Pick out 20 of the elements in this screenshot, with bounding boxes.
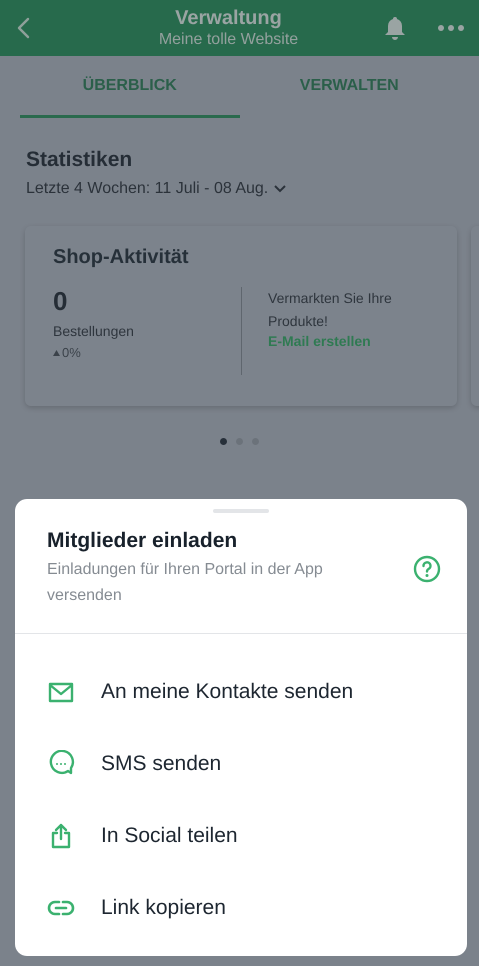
- up-triangle-icon: [53, 350, 60, 356]
- sheet-title: Mitglieder einladen: [47, 529, 238, 553]
- order-count: 0: [53, 287, 68, 315]
- menu-item[interactable]: Link kopieren: [15, 872, 467, 944]
- chevron-down-icon: [274, 185, 286, 193]
- menu-item[interactable]: An meine Kontakte senden: [15, 656, 467, 728]
- page-subtitle: Meine tolle Website: [158, 30, 298, 50]
- page-dot[interactable]: [220, 438, 227, 445]
- sheet-description: Einladungen für Ihren Portal in der App versenden: [47, 560, 324, 606]
- page-title: Verwaltung: [175, 6, 282, 30]
- bell-icon[interactable]: [383, 15, 407, 41]
- change-percent: 0%: [62, 345, 81, 360]
- menu-item[interactable]: SMS senden: [15, 728, 467, 800]
- card-title: Shop-Aktivität: [53, 246, 190, 269]
- menu-item[interactable]: In Social teilen: [15, 800, 467, 872]
- order-label: Bestellungen: [53, 323, 135, 339]
- section-title: Statistiken: [26, 148, 134, 172]
- help-icon[interactable]: [413, 555, 441, 583]
- more-icon[interactable]: [437, 24, 465, 32]
- promo-text: Vermarkten Sie Ihre Produkte!: [268, 289, 393, 331]
